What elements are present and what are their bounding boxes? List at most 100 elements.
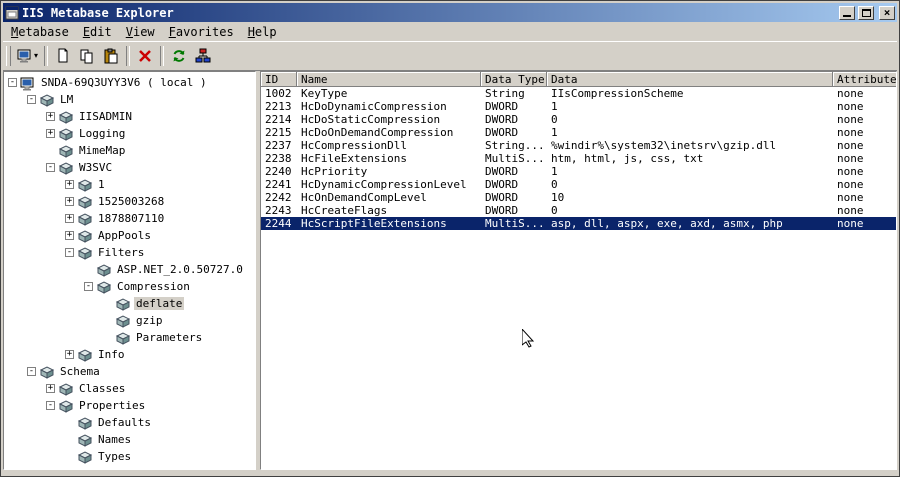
expand-icon[interactable]: +: [46, 384, 55, 393]
tree-item-properties[interactable]: - Properties: [4, 397, 255, 414]
collapse-icon[interactable]: -: [46, 163, 55, 172]
tree-item-label[interactable]: deflate: [134, 297, 185, 310]
collapse-icon[interactable]: -: [84, 282, 93, 291]
tree-item-label[interactable]: Schema: [58, 365, 102, 378]
tree-item-label[interactable]: 1: [96, 178, 107, 191]
list-body[interactable]: 1002 KeyType String IIsCompressionScheme non…: [261, 87, 896, 469]
tree-item-types[interactable]: -Types: [4, 448, 255, 465]
expand-icon[interactable]: +: [65, 214, 74, 223]
collapse-icon[interactable]: -: [27, 95, 36, 104]
expand-icon[interactable]: +: [46, 129, 55, 138]
tree-item-snda-69q3uyy3v6-local[interactable]: - SNDA-69Q3UYY3V6 ( local ): [4, 74, 255, 91]
table-row-2241[interactable]: 2241 HcDynamicCompressionLevel DWORD 0 none: [261, 178, 896, 191]
menu-help[interactable]: Help: [241, 23, 284, 41]
menu-metabase[interactable]: Metabase: [4, 23, 76, 41]
tree-item-label[interactable]: IISADMIN: [77, 110, 134, 123]
column-header-id[interactable]: ID: [261, 72, 297, 87]
tree-item-label[interactable]: Filters: [96, 246, 146, 259]
column-header-attributes[interactable]: Attributes: [833, 72, 896, 87]
table-cell-data: htm, html, js, css, txt: [551, 152, 704, 165]
expand-icon[interactable]: +: [65, 231, 74, 240]
tree-item-1[interactable]: +1: [4, 176, 255, 193]
expand-icon[interactable]: +: [65, 180, 74, 189]
delete-button[interactable]: [133, 45, 157, 67]
tree-item-label[interactable]: 1525003268: [96, 195, 166, 208]
tree-item-1525003268[interactable]: +1525003268: [4, 193, 255, 210]
tree-item-defaults[interactable]: -Defaults: [4, 414, 255, 431]
table-row-2243[interactable]: 2243 HcCreateFlags DWORD 0 none: [261, 204, 896, 217]
tree-item-filters[interactable]: - Filters: [4, 244, 255, 261]
tree-item-label[interactable]: gzip: [134, 314, 165, 327]
table-row-1002[interactable]: 1002 KeyType String IIsCompressionScheme non…: [261, 87, 896, 100]
tree-item-mimemap[interactable]: -MimeMap: [4, 142, 255, 159]
tree-item-classes[interactable]: + Classes: [4, 380, 255, 397]
refresh-button[interactable]: [167, 45, 191, 67]
expand-icon[interactable]: +: [65, 197, 74, 206]
tree-item-1878807110[interactable]: +1878807110: [4, 210, 255, 227]
table-row-2237[interactable]: 2237 HcCompressionDll String... %windir%\sy…: [261, 139, 896, 152]
tree-item-label[interactable]: Defaults: [96, 416, 153, 429]
copy-button[interactable]: [75, 45, 99, 67]
tree-item-label[interactable]: 1878807110: [96, 212, 166, 225]
tree-item-schema[interactable]: - Schema: [4, 363, 255, 380]
menu-view[interactable]: View: [119, 23, 162, 41]
column-header-name[interactable]: Name: [297, 72, 481, 87]
expand-icon[interactable]: +: [46, 112, 55, 121]
collapse-icon[interactable]: -: [8, 78, 17, 87]
tree-item-compression[interactable]: - Compression: [4, 278, 255, 295]
metabase-key-icon: [96, 263, 112, 277]
collapse-icon[interactable]: -: [46, 401, 55, 410]
table-row-2240[interactable]: 2240 HcPriority DWORD 1 none: [261, 165, 896, 178]
tree-item-label[interactable]: ASP.NET_2.0.50727.0: [115, 263, 245, 276]
table-row-2213[interactable]: 2213 HcDoDynamicCompression DWORD 1 none: [261, 100, 896, 113]
table-row-2242[interactable]: 2242 HcOnDemandCompLevel DWORD 10 none: [261, 191, 896, 204]
tree-item-label[interactable]: Types: [96, 450, 133, 463]
tree-item-lm[interactable]: - LM: [4, 91, 255, 108]
tree-panel[interactable]: - SNDA-69Q3UYY3V6 ( local ) - LM + IISADMIN + L…: [3, 71, 256, 470]
tree-item-label[interactable]: Compression: [115, 280, 192, 293]
tree-item-label[interactable]: Classes: [77, 382, 127, 395]
tree-item-label[interactable]: Parameters: [134, 331, 204, 344]
tree-item-asp-net-2-0-50727-0[interactable]: -ASP.NET_2.0.50727.0: [4, 261, 255, 278]
tree-item-label[interactable]: Properties: [77, 399, 147, 412]
toolbar-handle[interactable]: [6, 46, 11, 66]
table-cell-name: HcDoDynamicCompression: [301, 100, 447, 113]
tree-item-label[interactable]: SNDA-69Q3UYY3V6 ( local ): [39, 76, 209, 89]
tree-item-label[interactable]: Info: [96, 348, 127, 361]
connect-button[interactable]: ▾: [14, 45, 41, 67]
tree-item-apppools[interactable]: + AppPools: [4, 227, 255, 244]
menu-edit[interactable]: Edit: [76, 23, 119, 41]
tree-item-logging[interactable]: + Logging: [4, 125, 255, 142]
table-row-2214[interactable]: 2214 HcDoStaticCompression DWORD 0 none: [261, 113, 896, 126]
minimize-button[interactable]: [839, 5, 855, 20]
tree-item-deflate[interactable]: -deflate: [4, 295, 255, 312]
paste-button[interactable]: [99, 45, 123, 67]
tree-item-gzip[interactable]: -gzip: [4, 312, 255, 329]
table-row-2215[interactable]: 2215 HcDoOnDemandCompression DWORD 1 none: [261, 126, 896, 139]
tree-item-label[interactable]: MimeMap: [77, 144, 127, 157]
tree-item-parameters[interactable]: -Parameters: [4, 329, 255, 346]
tree-item-label[interactable]: Logging: [77, 127, 127, 140]
tree-item-label[interactable]: AppPools: [96, 229, 153, 242]
expand-icon[interactable]: +: [65, 350, 74, 359]
maximize-button[interactable]: [858, 5, 874, 20]
tree-item-iisadmin[interactable]: + IISADMIN: [4, 108, 255, 125]
tree-item-label[interactable]: W3SVC: [77, 161, 114, 174]
collapse-icon[interactable]: -: [65, 248, 74, 257]
menu-favorites[interactable]: Favorites: [162, 23, 241, 41]
tree-item-label[interactable]: Names: [96, 433, 133, 446]
collapse-icon[interactable]: -: [27, 367, 36, 376]
tree-item-names[interactable]: -Names: [4, 431, 255, 448]
delete-icon: [137, 48, 153, 64]
tree-item-w3svc[interactable]: - W3SVC: [4, 159, 255, 176]
new-key-button[interactable]: [51, 45, 75, 67]
column-header-data-type[interactable]: Data Type: [481, 72, 547, 87]
table-row-2244[interactable]: 2244 HcScriptFileExtensions MultiS... asp, …: [261, 217, 896, 230]
table-row-2238[interactable]: 2238 HcFileExtensions MultiS... htm, html, …: [261, 152, 896, 165]
tree-item-label[interactable]: LM: [58, 93, 75, 106]
column-header-data[interactable]: Data: [547, 72, 833, 87]
tree-item-info[interactable]: + Info: [4, 346, 255, 363]
metabase-key-icon: [115, 314, 131, 328]
close-button[interactable]: [879, 5, 895, 20]
network-button[interactable]: [191, 45, 215, 67]
